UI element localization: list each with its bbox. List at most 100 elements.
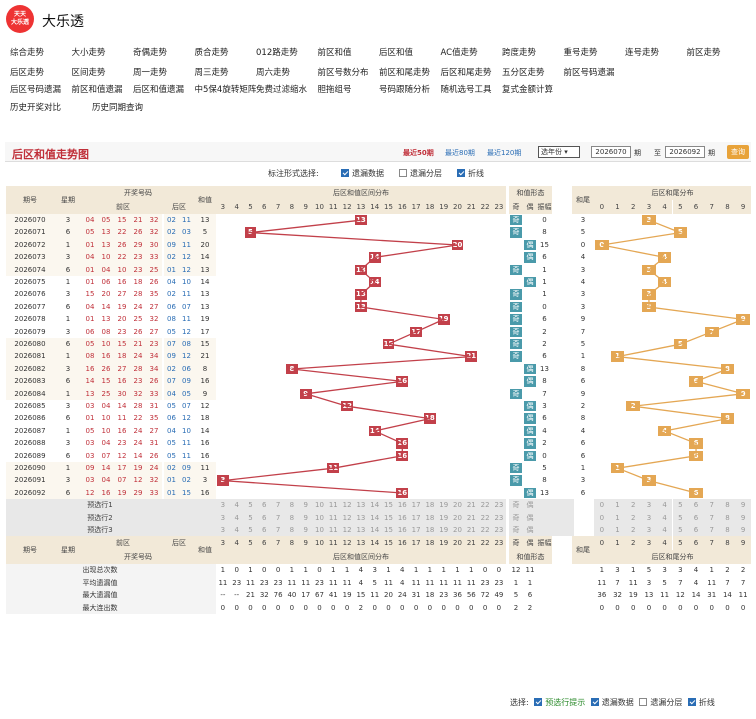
predict-tail-cell[interactable]: 8: [719, 511, 736, 524]
nav-link[interactable]: 胆拖组号: [318, 83, 352, 95]
predict-dist-cell[interactable]: 3: [216, 524, 230, 537]
nav-link[interactable]: 奇偶走势: [133, 46, 167, 58]
footer-option-hint[interactable]: 预选行提示: [531, 698, 585, 707]
nav-link[interactable]: 区间走势: [72, 66, 106, 78]
nav-link[interactable]: 复式金额计算: [502, 83, 553, 95]
predict-dist-cell[interactable]: 8: [285, 499, 299, 512]
predict-dist-cell[interactable]: 15: [381, 524, 396, 537]
tab-recent-80[interactable]: 最近80期: [445, 148, 475, 158]
predict-dist-cell[interactable]: 9: [298, 524, 313, 537]
predict-dist-cell[interactable]: 3: [216, 511, 230, 524]
predict-dist-cell[interactable]: 10: [312, 511, 327, 524]
predict-tail-cell[interactable]: 8: [719, 499, 736, 512]
tab-recent-50[interactable]: 最近50期: [403, 148, 434, 158]
nav-link[interactable]: 周六走势: [256, 66, 290, 78]
nav-link[interactable]: 综合走势: [10, 46, 44, 58]
predict-tail-cell[interactable]: 9: [735, 499, 751, 512]
nav-link[interactable]: 号码跟随分析: [379, 83, 430, 95]
predict-tail-cell[interactable]: 5: [672, 524, 689, 537]
predict-tail-cell[interactable]: 7: [703, 511, 720, 524]
nav-link[interactable]: 后区号码遗漏: [10, 83, 61, 95]
nav-link[interactable]: 历史同期查询: [92, 101, 143, 113]
predict-dist-cell[interactable]: 17: [409, 511, 423, 524]
predict-tail-cell[interactable]: 4: [656, 499, 673, 512]
checkbox-icon[interactable]: [457, 169, 465, 177]
predict-tail-cell[interactable]: 1: [609, 524, 626, 537]
nav-link[interactable]: 前区和尾走势: [379, 66, 430, 78]
predict-dist-cell[interactable]: 17: [409, 499, 423, 512]
predict-dist-cell[interactable]: 9: [298, 511, 313, 524]
checkbox-icon[interactable]: [534, 698, 543, 706]
predict-dist-cell[interactable]: 22: [478, 511, 492, 524]
predict-dist-cell[interactable]: 9: [298, 499, 313, 512]
nav-link[interactable]: 前区走势: [687, 46, 721, 58]
predict-tail-cell[interactable]: 3: [641, 511, 657, 524]
predict-dist-cell[interactable]: 11: [326, 524, 341, 537]
option-polyline[interactable]: 折线: [454, 168, 484, 179]
predict-dist-cell[interactable]: 13: [354, 524, 368, 537]
predict-dist-cell[interactable]: 5: [243, 499, 258, 512]
predict-tail-cell[interactable]: 0: [594, 511, 610, 524]
predict-dist-cell[interactable]: 21: [464, 499, 479, 512]
predict-tail-cell[interactable]: 6: [688, 499, 704, 512]
year-select[interactable]: 选年份 ▾: [538, 146, 580, 158]
predict-dist-cell[interactable]: 16: [395, 524, 410, 537]
predict-dist-cell[interactable]: 23: [492, 511, 506, 524]
nav-link[interactable]: 中5保4旋转矩阵: [195, 83, 257, 95]
predict-dist-cell[interactable]: 3: [216, 499, 230, 512]
nav-link[interactable]: 跨度走势: [502, 46, 536, 58]
predict-dist-cell[interactable]: 4: [229, 524, 244, 537]
predict-dist-cell[interactable]: 13: [354, 499, 368, 512]
predict-tail-cell[interactable]: 5: [672, 511, 689, 524]
predict-tail-cell[interactable]: 1: [609, 499, 626, 512]
predict-dist-cell[interactable]: 21: [464, 524, 479, 537]
nav-link[interactable]: 后区和值: [379, 46, 413, 58]
predict-dist-cell[interactable]: 14: [367, 499, 382, 512]
nav-link[interactable]: 前区号数分布: [318, 66, 369, 78]
predict-dist-cell[interactable]: 11: [326, 511, 341, 524]
nav-link[interactable]: 历史开奖对比: [10, 101, 61, 113]
predict-dist-cell[interactable]: 8: [285, 511, 299, 524]
predict-dist-cell[interactable]: 22: [478, 499, 492, 512]
checkbox-icon[interactable]: [590, 698, 599, 706]
predict-tail-cell[interactable]: 9: [735, 511, 751, 524]
predict-dist-cell[interactable]: 7: [271, 499, 285, 512]
checkbox-icon[interactable]: [687, 698, 696, 706]
predict-dist-cell[interactable]: 23: [492, 524, 506, 537]
predict-dist-cell[interactable]: 13: [354, 511, 368, 524]
nav-link[interactable]: 免费过滤缩水: [256, 83, 307, 95]
predict-dist-cell[interactable]: 10: [312, 499, 327, 512]
nav-link[interactable]: AC值走势: [441, 46, 478, 58]
predict-tail-cell[interactable]: 6: [688, 511, 704, 524]
nav-link[interactable]: 前区号码遗漏: [564, 66, 615, 78]
predict-tail-cell[interactable]: 5: [672, 499, 689, 512]
nav-link[interactable]: 周三走势: [195, 66, 229, 78]
nav-link[interactable]: 前区和值: [318, 46, 352, 58]
predict-dist-cell[interactable]: 22: [478, 524, 492, 537]
predict-tail-cell[interactable]: 4: [656, 511, 673, 524]
predict-dist-cell[interactable]: 12: [340, 511, 354, 524]
predict-dist-cell[interactable]: 7: [271, 511, 285, 524]
predict-dist-cell[interactable]: 18: [423, 511, 437, 524]
nav-link[interactable]: 连号走势: [625, 46, 659, 58]
predict-tail-cell[interactable]: 4: [656, 524, 673, 537]
predict-dist-cell[interactable]: 12: [340, 499, 354, 512]
footer-option-line[interactable]: 折线: [685, 698, 715, 707]
nav-link[interactable]: 012路走势: [256, 46, 298, 58]
nav-link[interactable]: 随机选号工具: [441, 83, 492, 95]
predict-dist-cell[interactable]: 20: [450, 511, 465, 524]
predict-tail-cell[interactable]: 3: [641, 524, 657, 537]
predict-tail-cell[interactable]: 0: [594, 524, 610, 537]
predict-tail-cell[interactable]: 2: [625, 499, 642, 512]
predict-dist-cell[interactable]: 15: [381, 499, 396, 512]
nav-link[interactable]: 大小走势: [72, 46, 106, 58]
predict-dist-cell[interactable]: 16: [395, 499, 410, 512]
predict-dist-cell[interactable]: 4: [229, 499, 244, 512]
nav-link[interactable]: 质合走势: [195, 46, 229, 58]
predict-dist-cell[interactable]: 19: [436, 511, 451, 524]
predict-dist-cell[interactable]: 5: [243, 524, 258, 537]
from-period-input[interactable]: 2026070: [591, 146, 631, 158]
predict-tail-cell[interactable]: 9: [735, 524, 751, 537]
predict-dist-cell[interactable]: 18: [423, 499, 437, 512]
predict-dist-cell[interactable]: 6: [257, 511, 272, 524]
